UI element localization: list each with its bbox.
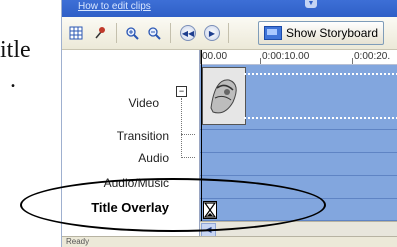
track-labels-panel: Video − Transition Audio Audio/Music Tit… xyxy=(62,50,200,247)
track-label-audio-music[interactable]: Audio/Music xyxy=(104,176,169,190)
status-bar: Ready xyxy=(62,236,397,247)
timeline-area[interactable]: 00.00 0:00:10.00 0:00:20. ◀ xyxy=(200,50,397,247)
title-overlay-track[interactable] xyxy=(200,199,397,221)
window-title[interactable]: How to edit clips xyxy=(78,1,151,12)
movie-maker-window: How to edit clips ▼ ◀◀ ▶ Show Storyboard xyxy=(61,0,397,247)
toolbar-separator xyxy=(170,23,171,43)
status-text: Ready xyxy=(66,237,90,246)
transition-track[interactable] xyxy=(200,130,397,153)
ruler-tick xyxy=(260,58,261,64)
time-ruler[interactable]: 00.00 0:00:10.00 0:00:20. xyxy=(200,50,397,65)
track-label-transition[interactable]: Transition xyxy=(117,129,169,143)
ruler-tick xyxy=(352,58,353,64)
track-label-audio[interactable]: Audio xyxy=(138,151,169,165)
horizontal-scrollbar[interactable]: ◀ xyxy=(200,221,397,237)
show-storyboard-button[interactable]: Show Storyboard xyxy=(258,21,384,45)
timeline-toolbar: ◀◀ ▶ Show Storyboard xyxy=(62,17,397,50)
toolbar-separator xyxy=(228,23,229,43)
tree-connector xyxy=(181,98,182,158)
document-text-line-1: itle xyxy=(0,37,31,63)
storyboard-icon xyxy=(264,26,282,40)
chevron-down-icon[interactable]: ▼ xyxy=(305,0,317,8)
hourglass-icon xyxy=(203,201,217,219)
video-clip-thumbnail[interactable] xyxy=(202,67,246,125)
clip-edge-top xyxy=(244,73,397,75)
scroll-left-icon[interactable]: ◀ xyxy=(201,223,216,237)
tree-connector xyxy=(181,157,195,158)
rewind-icon[interactable]: ◀◀ xyxy=(178,23,198,43)
video-track[interactable] xyxy=(200,65,397,130)
track-label-title-overlay[interactable]: Title Overlay xyxy=(91,200,169,215)
zoom-in-icon[interactable] xyxy=(122,23,142,43)
storyboard-grid-icon[interactable] xyxy=(66,23,86,43)
toolbar-separator xyxy=(116,23,117,43)
ruler-tick-label: 0:00:10.00 xyxy=(262,51,310,62)
show-storyboard-label: Show Storyboard xyxy=(286,26,379,40)
track-label-video[interactable]: Video xyxy=(129,96,159,110)
audio-track[interactable] xyxy=(200,153,397,176)
audio-music-track[interactable] xyxy=(200,176,397,199)
collapse-video-button[interactable]: − xyxy=(176,86,187,97)
tree-connector xyxy=(181,134,195,135)
playhead[interactable] xyxy=(201,50,202,247)
zoom-out-icon[interactable] xyxy=(144,23,164,43)
play-icon[interactable]: ▶ xyxy=(202,23,222,43)
document-text-line-2: . xyxy=(10,67,16,93)
ruler-tick-label: 0:00:20. xyxy=(354,51,391,62)
pin-icon[interactable] xyxy=(90,23,110,43)
clip-edge-bottom xyxy=(244,117,397,119)
title-strip: How to edit clips ▼ xyxy=(62,0,397,17)
ruler-tick-label: 00.00 xyxy=(202,51,228,62)
